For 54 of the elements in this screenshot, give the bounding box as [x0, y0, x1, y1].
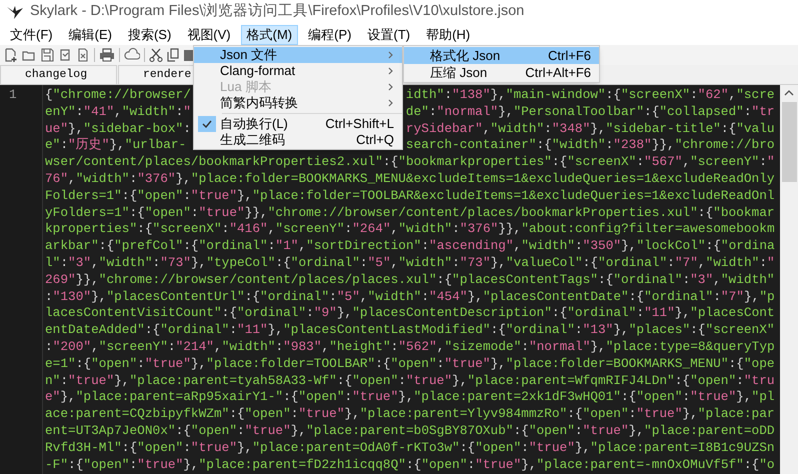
menu-item[interactable]: 简繁内码转换	[194, 95, 402, 111]
code-line: Folders=1":{"open":"true"},"place:folder=TOOLBAR&excludeItems=1&excludeQueries=1&excludeReadOnl	[45, 188, 775, 205]
document-icon[interactable]	[76, 48, 90, 62]
code-line: n":"true"},"place:parent=tyah58A33-Wf":{"open":"true"},"place:parent=WfqmRIFJ4LDn":{"open":"tru	[45, 372, 775, 390]
menu-item[interactable]: 视图(V)	[181, 24, 237, 44]
bird-logo-icon	[6, 4, 24, 20]
code-line: lacesContentVisitCount":{"ordinal":"9"},"placesContentDescription":{"ordinal":"11"},"placesCont	[45, 305, 775, 322]
code-line: wser/content/places/bookmarkProperties2.xul":{"bookmarkproperties":{"screenX":"567","screenY":"	[45, 154, 775, 171]
save-icon[interactable]	[40, 48, 54, 62]
menu-item[interactable]: 自动换行(L) Ctrl+Shift+L	[194, 116, 402, 132]
cut-icon[interactable]	[149, 48, 163, 62]
code-line: entDateAdded":{"ordinal":"11"},"placesContentLastModified":{"ordinal":"13"},"places":{"screenX"	[45, 322, 775, 339]
menu-item[interactable]: 设置(T)	[361, 24, 416, 44]
cloud-icon[interactable]	[124, 48, 140, 62]
code-line: 76","width":"376"},"place:folder=BOOKMARKS_MENU&excludeItems=1&excludeQueries=1&excludeReadOnly	[45, 170, 775, 188]
code-line: 269"}},"chrome://browser/content/places/places.xul":{"placesContentTags":{"ordinal":"3","width"	[45, 272, 775, 289]
menu-item[interactable]: 格式(M)	[240, 24, 298, 44]
code-line: :"130"},"placesContentUrl":{"ordinal":"5","width":"454"},"placesContentDate":{"ordinal":"7"},"p	[45, 288, 775, 306]
code-line: ue"},"sidebar-box":	[45, 120, 191, 136]
new-file-icon[interactable]	[4, 48, 18, 62]
code-line: ace:parent=CQzbipyfkWZm":{"open":"true"},"place:parent=Ylyv984mmzRo":{"open":"true"},"place:par	[45, 406, 775, 423]
menu-item[interactable]: 压缩 Json Ctrl+Alt+F6	[404, 64, 599, 81]
code-line: idth":"138"},"main-window":{"screenX":"62","scre	[406, 87, 775, 104]
menu-item[interactable]: 搜索(S)	[122, 24, 178, 44]
code-line: e=1":{"open":"true"},"place:folder=TOOLBAR":{"open":"true"},"place:folder=BOOKMARKS_MENU":{"ope	[45, 356, 775, 373]
scrollbar-thumb[interactable]	[782, 102, 796, 182]
code-line: ent=UT3Ap7JeON0x":{"open":"true"},"place:parent=b0SgBY87OXub":{"open":"true"},"place:parent=oDD	[45, 422, 775, 440]
menu-item[interactable]: 格式化 Json Ctrl+F6	[404, 47, 599, 64]
window-title: Skylark - D:\Program Files\浏览器访问工具\Firefox\Profiles\V10\xulstore.json	[30, 2, 524, 22]
code-line: enY":"41","width":"	[45, 104, 191, 119]
code-line: l":"3","width":"73"},"typeCol":{"ordinal":"5","width":"73"},"valueCol":{"ordinal":"7","width":"	[45, 254, 775, 272]
code-line: arkbar":{"prefCol":{"ordinal":"1","sortDirection":"ascending","width":"350"},"lockCol":{"ordina	[45, 238, 775, 255]
copy-icon[interactable]	[167, 48, 179, 62]
tab[interactable]: changelog	[0, 65, 117, 84]
code-line: rySidebar","width":"348"},"sidebar-title":{"valu	[406, 120, 775, 138]
code-line: search-container":{"width":"238"}},"chrome://bro	[406, 137, 775, 154]
menu-item[interactable]: 文件(F)	[4, 24, 59, 44]
code-line: {"chrome://browser/	[45, 87, 191, 102]
code-line: de":"normal"},"PersonalToolbar":{"collapsed":"tr	[406, 104, 775, 121]
code-line: -F":{"open":"true"},"place:parent=fD2zh1icqq8Q":{"open":"true"},"place:parent=-mnOxOMuVf5f":{"o	[45, 456, 775, 474]
menu-item[interactable]: 帮助(H)	[420, 24, 476, 44]
code-line: :"200","screenY":"214","width":"983","height":"562","sizemode":"normal"},"place:type=8&queryTyp	[45, 338, 775, 356]
print-icon[interactable]	[99, 48, 115, 62]
menu-item[interactable]: Json 文件	[194, 47, 402, 63]
menu-item[interactable]: 编辑(E)	[62, 24, 118, 44]
vertical-scrollbar[interactable]	[780, 85, 798, 474]
code-line: e":"历史"},"urlbar-	[45, 137, 186, 152]
menu-item[interactable]: 生成二维码 Ctrl+Q	[194, 132, 402, 148]
code-line: yFolders=1":{"open":"true"}},"chrome://browser/content/places/bookmarkProperties.xul":{"bookmar	[45, 204, 775, 222]
line-number: 1	[9, 87, 17, 102]
code-line: kproperties":{"screenX":"416","screenY":"264","width":"376"}},"about:config?filter=awesomebookm	[45, 221, 775, 238]
code-line: Rvfd3H-Ml":{"open":"true"},"place:parent=OdA0f-rKTo3w":{"open":"true"},"place:parent=I8B1c9UZSn	[45, 440, 775, 457]
code-line: e"},"place:parent=aRp95xairY1-":{"open":"true"},"place:parent=2xk1dF3wHQ01":{"open":"true"},"pl	[45, 389, 775, 406]
menu-item[interactable]: 编程(P)	[302, 24, 358, 44]
